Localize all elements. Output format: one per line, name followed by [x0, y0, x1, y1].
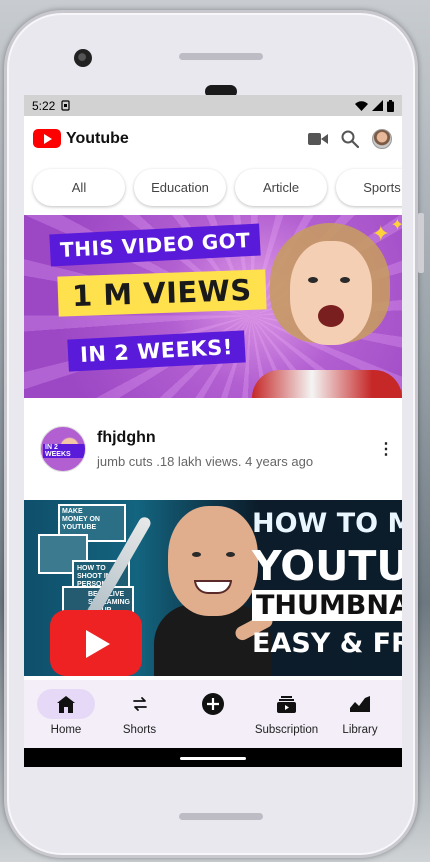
nav-label: Shorts [122, 724, 157, 736]
thumbnail-person-eye [192, 552, 201, 557]
thumbnail-person-face [168, 506, 258, 616]
channel-avatar[interactable]: IN 2 WEEKS [40, 426, 86, 472]
youtube-logo[interactable]: Youtube [33, 129, 308, 148]
profile-avatar[interactable] [372, 128, 392, 149]
collage-text: MAKE MONEY ON YOUTUBE [62, 508, 100, 531]
nav-home[interactable]: Home [30, 689, 102, 748]
bottom-speaker [179, 813, 263, 820]
chip-education[interactable]: Education [134, 169, 226, 206]
sparkle-icon: ✦ [390, 217, 402, 234]
video-title[interactable]: fhjdghn [97, 429, 378, 447]
thumbnail-headline: THUMBNAIL [252, 590, 402, 621]
search-icon[interactable] [340, 129, 360, 149]
thumbnail-person-sweater [252, 370, 402, 398]
nav-library[interactable]: Library [324, 689, 396, 748]
status-time: 5:22 [32, 98, 56, 113]
more-vert-icon[interactable]: ⋮ [378, 439, 394, 459]
nav-create[interactable] [177, 689, 249, 748]
video-thumbnail[interactable]: MAKE MONEY ON YOUTUBE HOW TO SHOOT IN PE… [24, 500, 402, 676]
thumbnail-person-eye [340, 277, 350, 283]
nav-label: Library [342, 724, 378, 736]
app-screen: 5:22 Youtube All Education Article Sport… [24, 95, 402, 767]
home-icon [57, 695, 75, 713]
signal-icon [372, 100, 383, 111]
thumbnail-headline: HOW TO MAK [252, 508, 402, 539]
app-bar: Youtube [24, 116, 402, 161]
nav-label: Subscription [254, 724, 319, 736]
youtube-logo-large-icon [50, 610, 142, 676]
sim-icon [61, 100, 70, 111]
chip-all[interactable]: All [33, 169, 125, 206]
nav-subscription[interactable]: Subscription [251, 689, 323, 748]
earpiece-speaker [179, 53, 263, 60]
status-bar: 5:22 [24, 95, 402, 116]
thumbnail-person-mouth [318, 305, 344, 327]
thumbnail-person-eye [226, 552, 235, 557]
nav-label: Home [50, 724, 82, 736]
volume-button [418, 213, 424, 273]
battery-icon [387, 99, 394, 112]
chip-sports[interactable]: Sports [336, 169, 402, 206]
bottom-navigation: Home Shorts Subscription Library [24, 680, 402, 748]
thumbnail-headline: YOUTUBE [252, 542, 402, 590]
repeat-icon [132, 697, 147, 711]
app-title: Youtube [66, 129, 129, 147]
thumbnail-person-eye [308, 277, 318, 283]
video-meta-row: IN 2 WEEKS fhjdghn jumb cuts .18 lakh vi… [24, 398, 402, 500]
front-camera [74, 49, 92, 67]
sparkle-icon: ✦ [371, 221, 390, 246]
chip-article[interactable]: Article [235, 169, 327, 206]
thumbnail-headline: EASY & FRE [252, 628, 402, 659]
video-camera-icon[interactable] [308, 129, 328, 149]
wifi-icon [355, 100, 368, 111]
library-icon [350, 696, 370, 712]
add-circle-icon [202, 693, 224, 715]
category-chips: All Education Article Sports [24, 161, 402, 213]
thumbnail-headline: 1 M VIEWS [57, 269, 267, 317]
thumbnail-person-face [290, 241, 372, 345]
video-thumbnail[interactable]: ✦ ✦ THIS VIDEO GOT 1 M VIEWS IN 2 WEEKS! [24, 215, 402, 398]
youtube-play-icon [33, 129, 61, 148]
nav-shorts[interactable]: Shorts [104, 689, 176, 748]
subscriptions-icon [277, 695, 296, 713]
channel-avatar-text: IN 2 WEEKS [43, 444, 85, 458]
gesture-handle[interactable] [180, 757, 246, 760]
system-nav-bar [24, 748, 402, 767]
video-subtitle: jumb cuts .18 lakh views. 4 years ago [97, 454, 314, 469]
